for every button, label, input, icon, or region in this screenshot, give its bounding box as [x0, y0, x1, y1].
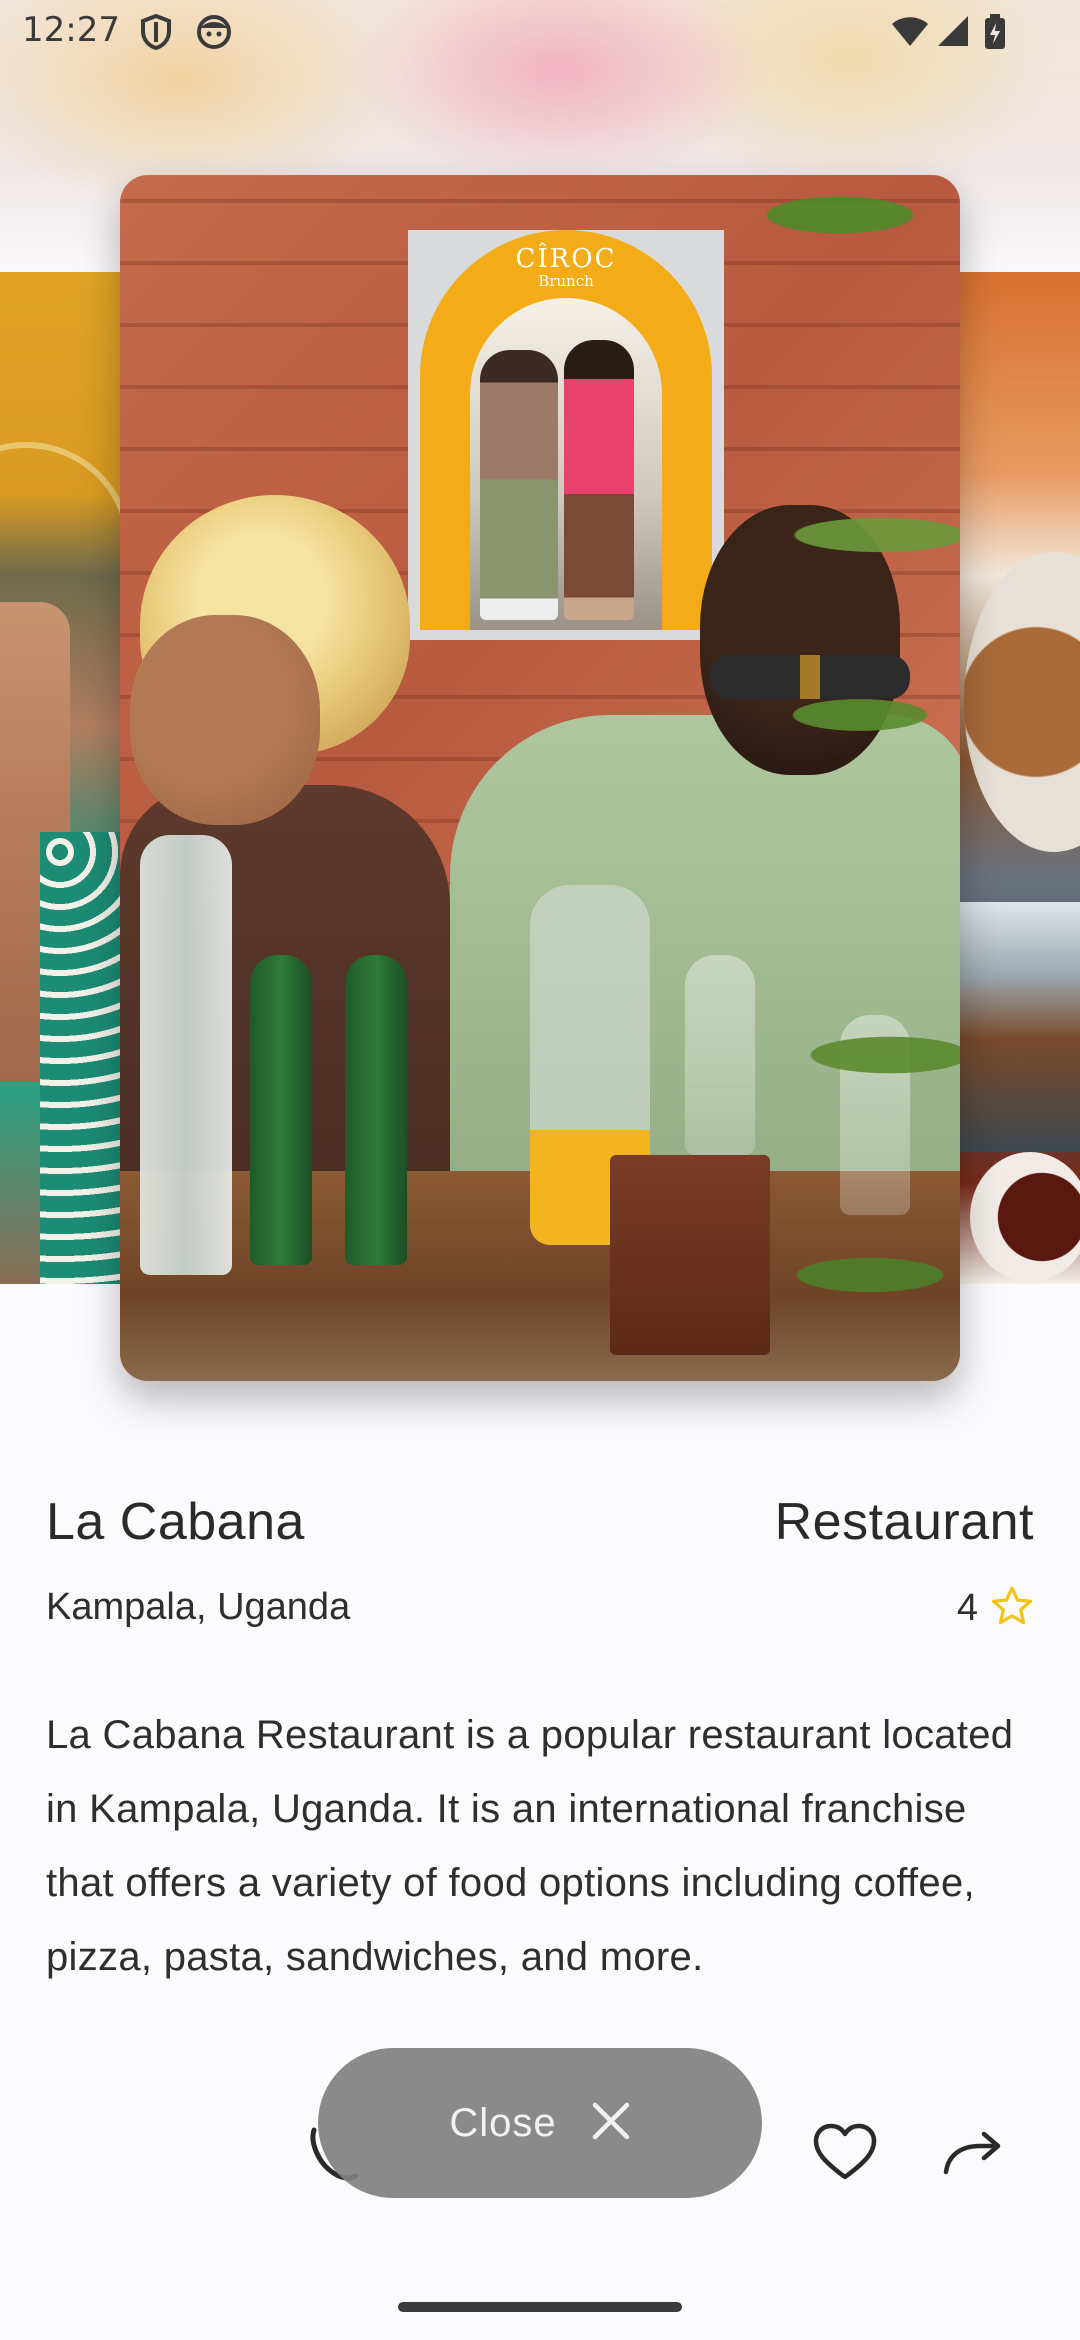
wifi-icon	[890, 14, 930, 52]
status-bar: 12:27	[0, 0, 1080, 64]
photo-leaves	[720, 175, 960, 1381]
place-location: Kampala, Uganda	[46, 1586, 351, 1628]
photo-bottle	[345, 955, 407, 1265]
share-icon[interactable]	[940, 2128, 1004, 2182]
close-label: Close	[449, 2100, 557, 2145]
photo-detail	[970, 1152, 1080, 1282]
main-photo-card[interactable]: CÎROC Brunch	[120, 175, 960, 1381]
place-detail-screen: 12:27 CÎROC Brunch La Cabana Restaurant …	[0, 0, 1080, 2340]
photo-detail	[964, 552, 1080, 852]
rating-value: 4	[956, 1586, 978, 1629]
place-rating: 4	[957, 1584, 1034, 1632]
previous-photo-card[interactable]	[0, 272, 120, 1284]
status-time: 12:27	[22, 10, 120, 50]
poster-brand: CÎROC	[515, 244, 617, 274]
place-category: Restaurant	[774, 1493, 1034, 1551]
heart-icon[interactable]	[812, 2122, 878, 2186]
home-indicator[interactable]	[398, 2302, 682, 2312]
next-photo-card[interactable]	[960, 272, 1080, 1284]
shield-icon	[140, 13, 172, 54]
photo-detail	[960, 902, 1080, 1152]
signal-icon	[936, 14, 970, 52]
photo-detail	[40, 832, 120, 1284]
photo-bottle	[140, 835, 232, 1275]
battery-icon	[984, 14, 1006, 54]
photo-detail	[130, 615, 320, 825]
close-button[interactable]: Close	[318, 2048, 762, 2198]
close-icon	[591, 2101, 631, 2145]
place-description: La Cabana Restaurant is a popular restau…	[46, 1713, 1014, 1979]
poster-subtitle: Brunch	[538, 272, 594, 290]
place-name: La Cabana	[46, 1493, 305, 1551]
face-icon	[196, 14, 232, 54]
star-outline-icon	[990, 1585, 1034, 1631]
photo-bottle	[250, 955, 312, 1265]
